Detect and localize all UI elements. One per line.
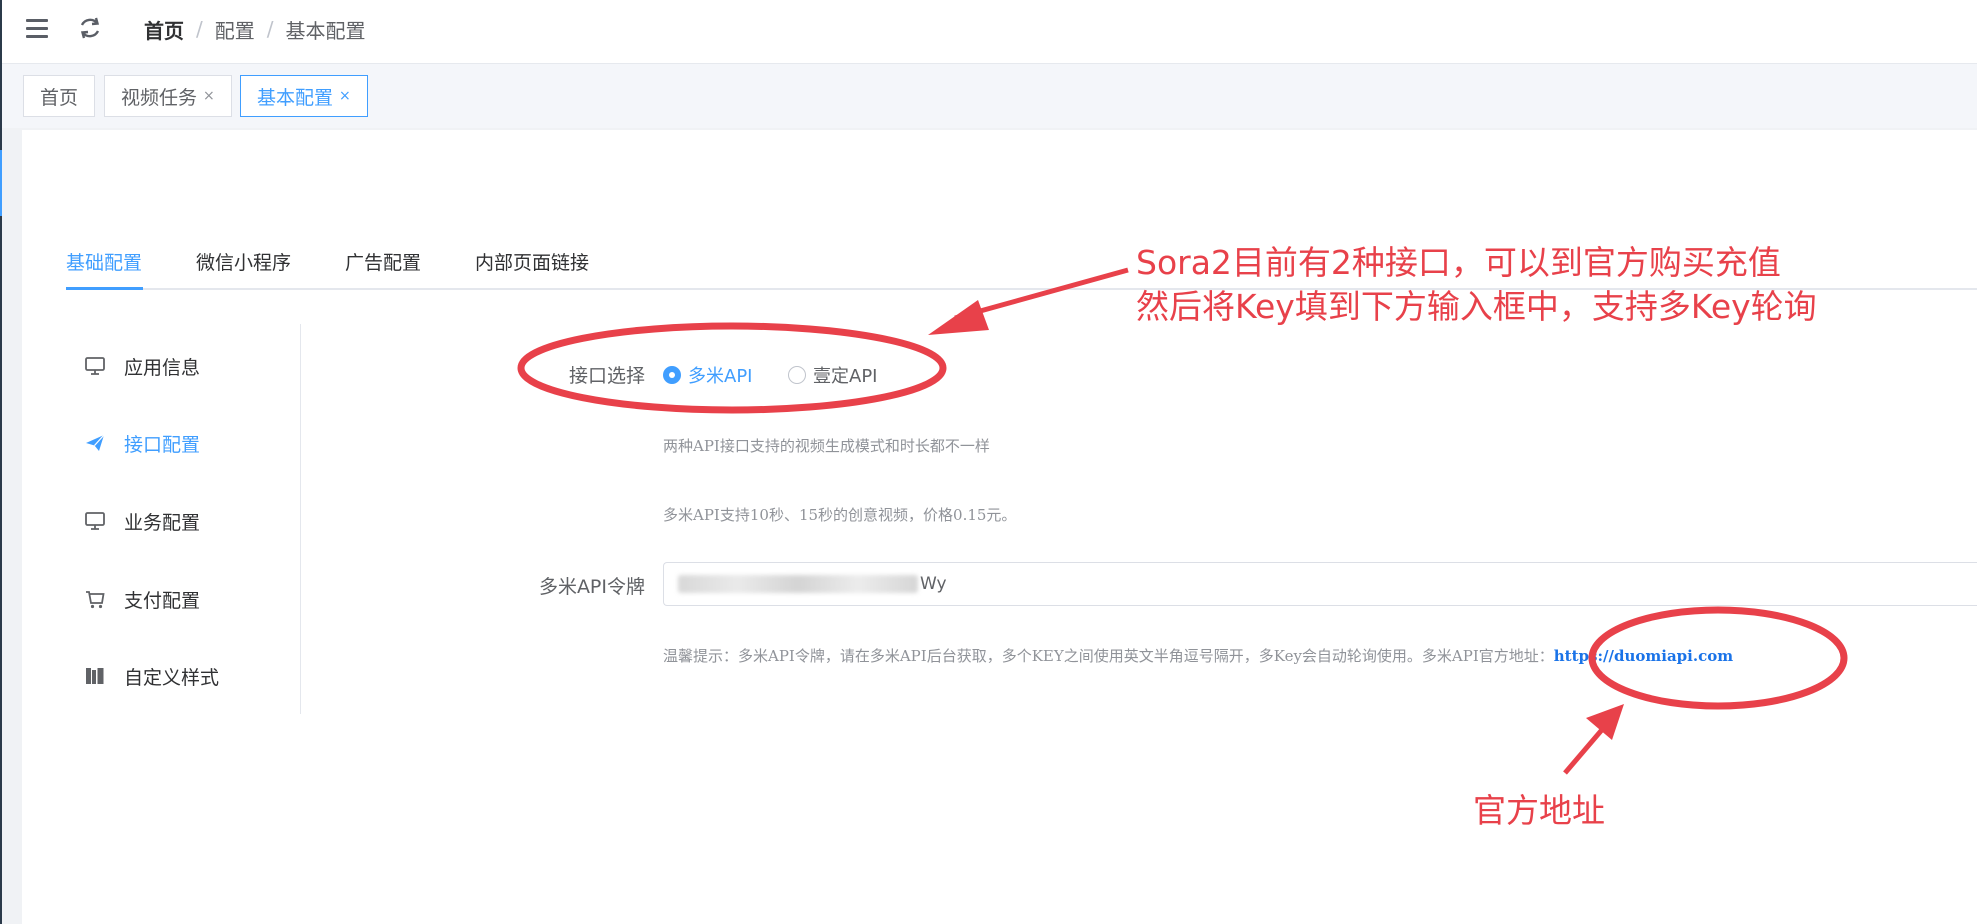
tab-wechat-miniprogram[interactable]: 微信小程序 [196,248,291,288]
tab-ad-config[interactable]: 广告配置 [345,248,421,288]
token-tip: 温馨提示：多米API令牌，请在多米API后台获取，多个KEY之间使用英文半角逗号… [663,647,1734,665]
token-label: 多米API令牌 [538,576,645,598]
tabs-active-indicator [66,287,143,290]
official-link[interactable]: https://duomiapi.com [1554,647,1733,665]
side-item-interface-config[interactable]: 接口配置 [84,428,200,458]
cart-icon [84,588,106,610]
side-item-business-config[interactable]: 业务配置 [84,506,200,536]
tag-video-tasks[interactable]: 视频任务 × [104,75,232,117]
tag-basic-config[interactable]: 基本配置 × [240,75,368,117]
radio-unchecked-icon [788,366,806,384]
config-tabs: 基础配置 微信小程序 广告配置 内部页面链接 [66,248,643,288]
close-icon[interactable]: × [339,88,351,104]
side-menu-divider [300,324,301,714]
tab-internal-links[interactable]: 内部页面链接 [475,248,589,288]
token-input[interactable]: Wy [663,562,1977,606]
monitor-icon [84,355,106,377]
side-item-payment-config[interactable]: 支付配置 [84,584,200,614]
tab-basic-config[interactable]: 基础配置 [66,248,142,288]
interface-hint-2: 多米API支持10秒、15秒的创意视频，价格0.15元。 [663,506,1017,524]
token-visible-suffix: Wy [920,574,947,594]
radio-yiding-api[interactable]: 壹定API [788,362,877,388]
books-icon [84,665,106,687]
refresh-icon[interactable] [76,14,104,42]
interface-select-label: 接口选择 [568,365,645,387]
breadcrumb: 首页 / 配置 / 基本配置 [144,14,366,44]
breadcrumb-basic-config: 基本配置 [285,18,366,43]
tag-home[interactable]: 首页 [23,75,96,117]
radio-checked-icon [663,366,681,384]
breadcrumb-home[interactable]: 首页 [144,15,184,44]
annotation-note-line2: 然后将Key填到下方输入框中，支持多Key轮询 [1136,287,1817,326]
breadcrumb-config[interactable]: 配置 [215,15,255,44]
close-icon[interactable]: × [203,88,215,104]
annotation-note-line1: Sora2目前有2种接口，可以到官方购买充值 [1136,243,1781,282]
interface-hint-1: 两种API接口支持的视频生成模式和时长都不一样 [663,437,990,455]
side-item-app-info[interactable]: 应用信息 [84,351,200,381]
left-sidebar-strip [0,0,2,924]
side-item-custom-style[interactable]: 自定义样式 [84,661,219,691]
radio-duomi-api[interactable]: 多米API [663,362,752,388]
top-header: 首页 / 配置 / 基本配置 [2,0,1977,64]
tags-bar: 首页 视频任务 × 基本配置 × [2,64,1977,128]
monitor-icon [84,510,106,532]
redacted-token [678,575,918,593]
annotation-official-address: 官方地址 [1473,791,1605,830]
paper-plane-icon [84,432,106,454]
menu-toggle-icon[interactable] [26,18,50,40]
